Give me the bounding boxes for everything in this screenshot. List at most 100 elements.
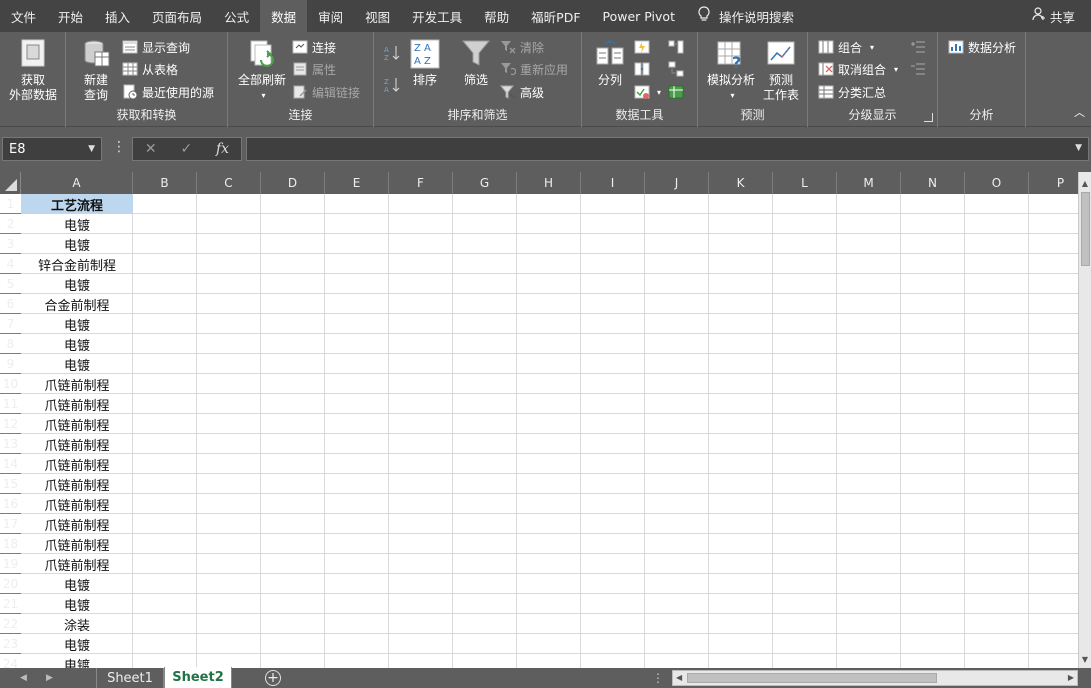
row-header[interactable]: 6	[0, 294, 21, 314]
cell[interactable]: 电镀	[21, 234, 133, 254]
worksheet-grid[interactable]: ABCDEFGHIJKLMNOP 1 2 3 4 5 6 7 8 9 10 11 12 13 14 15 16…	[0, 172, 1091, 668]
tab-review[interactable]: 审阅	[307, 0, 354, 32]
consolidate-button[interactable]	[668, 37, 688, 57]
cell[interactable]: 爪链前制程	[21, 554, 133, 574]
row-header[interactable]: 17	[0, 514, 21, 534]
row-header[interactable]: 20	[0, 574, 21, 594]
cell[interactable]: 爪链前制程	[21, 514, 133, 534]
tab-splitter-icon[interactable]: ⋮	[652, 671, 664, 685]
properties-button[interactable]: 属性	[292, 59, 336, 79]
cell[interactable]: 爪链前制程	[21, 454, 133, 474]
tab-foxit-pdf[interactable]: 福昕PDF	[520, 0, 591, 32]
text-to-columns-button[interactable]: 分列	[590, 38, 630, 88]
scroll-tabs-left-icon[interactable]: ◀	[20, 668, 27, 688]
row-header[interactable]: 19	[0, 554, 21, 574]
column-header[interactable]: B	[133, 172, 197, 194]
row-header[interactable]: 4	[0, 254, 21, 274]
tell-me-search[interactable]: 操作说明搜索	[686, 0, 805, 32]
tab-data[interactable]: 数据	[260, 0, 308, 32]
forecast-sheet-button[interactable]: 预测 工作表	[758, 38, 804, 103]
data-analysis-button[interactable]: 数据分析	[948, 37, 1016, 57]
row-header[interactable]: 2	[0, 214, 21, 234]
new-query-button[interactable]: 新建 查询	[72, 38, 120, 103]
add-sheet-button[interactable]: +	[265, 670, 281, 686]
hide-detail-button[interactable]	[910, 59, 930, 79]
cell[interactable]: 电镀	[21, 274, 133, 294]
column-header[interactable]: G	[453, 172, 517, 194]
cell[interactable]: 电镀	[21, 654, 133, 669]
row-header[interactable]: 1	[0, 194, 21, 214]
from-table-button[interactable]: 从表格	[122, 59, 178, 79]
column-header[interactable]: F	[389, 172, 453, 194]
data-validation-button[interactable]: ▾	[634, 82, 661, 102]
column-header[interactable]: A	[21, 172, 133, 194]
ungroup-button[interactable]: 取消组合 ▾	[818, 59, 898, 79]
column-header[interactable]: J	[645, 172, 709, 194]
cell[interactable]: 爪链前制程	[21, 474, 133, 494]
sort-button[interactable]: Z A A Z 排序	[406, 38, 444, 88]
tab-formulas[interactable]: 公式	[213, 0, 260, 32]
row-header[interactable]: 14	[0, 454, 21, 474]
insert-function-icon[interactable]: fx	[216, 141, 229, 157]
tab-view[interactable]: 视图	[354, 0, 401, 32]
cell[interactable]: 电镀	[21, 314, 133, 334]
cell[interactable]: 锌合金前制程	[21, 254, 133, 274]
cell[interactable]: 电镀	[21, 354, 133, 374]
flash-fill-button[interactable]	[634, 37, 654, 57]
column-header[interactable]: C	[197, 172, 261, 194]
row-header[interactable]: 10	[0, 374, 21, 394]
formula-input[interactable]: ▼	[246, 137, 1089, 161]
manage-data-model-button[interactable]	[668, 82, 688, 102]
sheet-tab-sheet2[interactable]: Sheet2	[164, 667, 232, 688]
vertical-scrollbar[interactable]: ▲ ▼	[1078, 172, 1091, 668]
scroll-right-icon[interactable]: ▶	[1068, 673, 1074, 682]
column-header[interactable]: D	[261, 172, 325, 194]
row-header[interactable]: 12	[0, 414, 21, 434]
group-button[interactable]: 组合 ▾	[818, 37, 874, 57]
show-detail-button[interactable]	[910, 37, 930, 57]
cell[interactable]: 涂装	[21, 614, 133, 634]
row-header[interactable]: 18	[0, 534, 21, 554]
tab-home[interactable]: 开始	[47, 0, 94, 32]
vertical-scroll-thumb[interactable]	[1081, 192, 1090, 266]
row-header[interactable]: 5	[0, 274, 21, 294]
tab-insert[interactable]: 插入	[94, 0, 141, 32]
horizontal-scroll-thumb[interactable]	[687, 673, 937, 683]
row-header[interactable]: 16	[0, 494, 21, 514]
row-header[interactable]: 7	[0, 314, 21, 334]
tab-file[interactable]: 文件	[0, 0, 47, 32]
tab-developer[interactable]: 开发工具	[401, 0, 473, 32]
advanced-filter-button[interactable]: 高级	[499, 82, 544, 102]
column-header[interactable]: I	[581, 172, 645, 194]
recent-sources-button[interactable]: 最近使用的源	[122, 82, 214, 102]
scroll-tabs-right-icon[interactable]: ▶	[46, 668, 53, 688]
sort-ascending-button[interactable]: AZ	[384, 42, 404, 62]
tab-power-pivot[interactable]: Power Pivot	[592, 0, 686, 32]
tab-help[interactable]: 帮助	[473, 0, 520, 32]
header-cell[interactable]: 工艺流程	[21, 194, 133, 214]
row-header[interactable]: 3	[0, 234, 21, 254]
column-header[interactable]: K	[709, 172, 773, 194]
column-header[interactable]: H	[517, 172, 581, 194]
row-header[interactable]: 21	[0, 594, 21, 614]
vertical-dots-icon[interactable]: ⋮	[112, 139, 126, 155]
sort-descending-button[interactable]: ZA	[384, 74, 404, 94]
clear-filter-button[interactable]: 清除	[500, 37, 544, 57]
enter-icon[interactable]: ✓	[180, 141, 192, 157]
cell[interactable]: 电镀	[21, 574, 133, 594]
row-header[interactable]: 9	[0, 354, 21, 374]
column-header[interactable]: M	[837, 172, 901, 194]
row-header[interactable]: 22	[0, 614, 21, 634]
cell[interactable]: 爪链前制程	[21, 534, 133, 554]
expand-formula-icon[interactable]: ▼	[1075, 143, 1082, 153]
scroll-up-icon[interactable]: ▲	[1079, 176, 1091, 190]
get-external-data-button[interactable]: 获取 外部数据	[2, 38, 64, 103]
cell[interactable]: 爪链前制程	[21, 414, 133, 434]
share-button[interactable]: 共享	[1032, 0, 1075, 32]
sheet-tab-sheet1[interactable]: Sheet1	[96, 668, 164, 688]
column-header[interactable]: N	[901, 172, 965, 194]
connections-button[interactable]: 连接	[292, 37, 336, 57]
row-header[interactable]: 24	[0, 654, 21, 669]
cell[interactable]: 合金前制程	[21, 294, 133, 314]
chevron-down-icon[interactable]: ▼	[88, 144, 95, 154]
